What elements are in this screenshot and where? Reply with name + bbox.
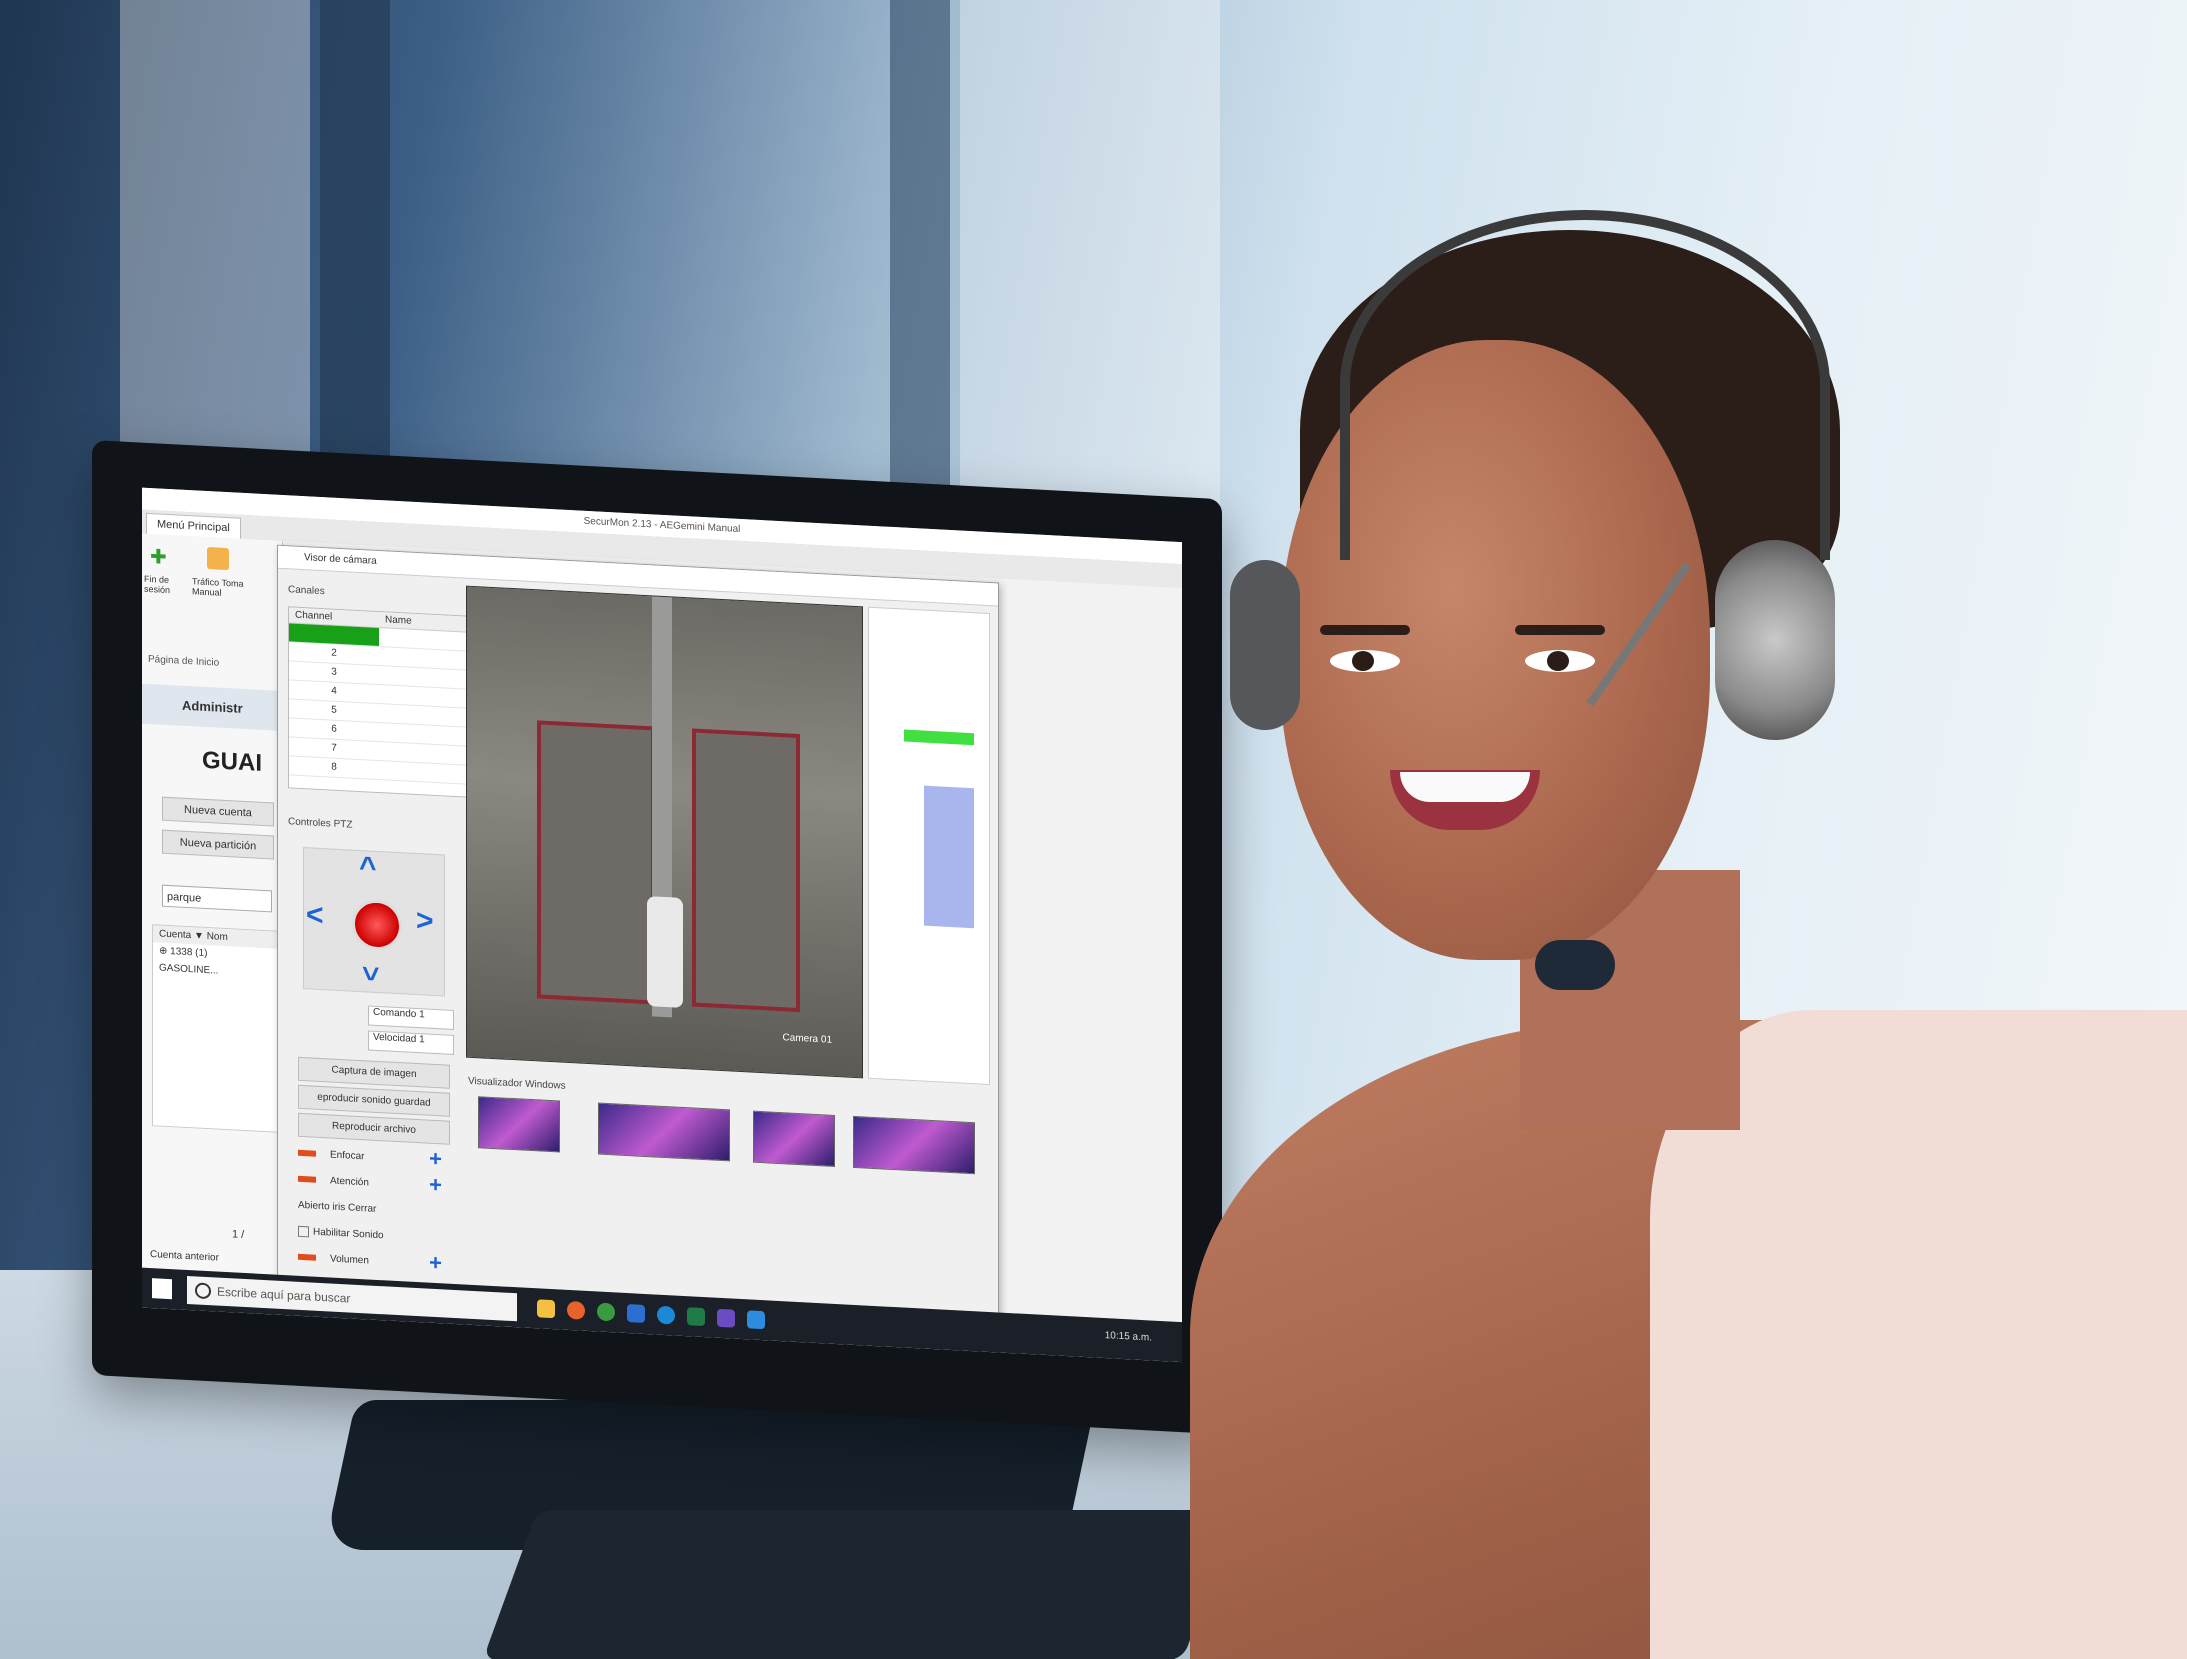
ptz-right-icon[interactable]: > [416, 904, 434, 939]
layout-1x1-thumb[interactable] [478, 1096, 560, 1153]
focus-label: Enfocar [330, 1149, 365, 1163]
minus-icon[interactable] [298, 1150, 316, 1158]
pump-lane [537, 720, 655, 1005]
connection-status: Conectado a 192.168.1 [142, 1309, 282, 1339]
layout-1x2-thumb[interactable] [598, 1102, 730, 1162]
ptz-left-icon[interactable]: < [306, 898, 324, 933]
play-saved-sound-button[interactable]: eproducir sonido guardad [298, 1084, 450, 1117]
attention-label: Atención [330, 1175, 369, 1189]
camera-caption: Camera 01 [782, 1032, 832, 1046]
headset-band [1340, 210, 1830, 560]
attention-row: Atención + [298, 1169, 448, 1199]
pager[interactable]: 1 / [232, 1228, 244, 1241]
volume-row: Volumen + [298, 1247, 448, 1277]
minus-icon[interactable] [298, 1254, 316, 1262]
sound-label: Habilitar Sonido [313, 1226, 384, 1242]
monitor: SecurMon 2.13 - AEGemini Manual Menú Pri… [92, 440, 1222, 1435]
events-column[interactable] [924, 785, 974, 929]
events-panel [868, 606, 990, 1086]
headset-microphone [1535, 940, 1615, 990]
plus-icon[interactable]: + [429, 1172, 442, 1198]
layout-3x3-thumb[interactable] [853, 1115, 975, 1175]
visual-studio-icon[interactable] [717, 1308, 735, 1328]
iris-row: Abierto iris Cerrar [298, 1195, 448, 1225]
keyboard [482, 1510, 1238, 1659]
left-sidebar: ✚ Fin de sesión Tráfico Toma Manual Pági… [142, 533, 283, 1339]
new-partition-button[interactable]: Nueva partición [162, 829, 274, 860]
monitor-screen: SecurMon 2.13 - AEGemini Manual Menú Pri… [142, 487, 1182, 1363]
clock[interactable]: 10:15 a.m. [1105, 1330, 1152, 1343]
capture-image-button[interactable]: Captura de imagen [298, 1056, 450, 1089]
windows-start-icon[interactable] [152, 1278, 172, 1300]
eye [1525, 650, 1595, 672]
camera-window: Visor de cámara Canales Channel Name 2 3… [277, 544, 999, 1325]
firefox-icon[interactable] [567, 1300, 585, 1320]
admin-header: Administr [142, 683, 282, 731]
traffic-label: Tráfico Toma Manual [192, 576, 244, 598]
fuel-container [647, 896, 683, 1008]
app-icon[interactable] [747, 1310, 765, 1330]
ptz-label: Controles PTZ [288, 816, 353, 831]
iris-label[interactable]: Abierto iris Cerrar [298, 1200, 376, 1215]
minus-icon[interactable] [298, 1176, 316, 1184]
sound-row: Habilitar Sonido [298, 1221, 448, 1251]
plus-icon[interactable]: + [429, 1250, 442, 1276]
teeth [1400, 772, 1530, 802]
search-input[interactable]: parque [162, 884, 272, 913]
section-heading: GUAI [202, 746, 262, 777]
photo-scene: SecurMon 2.13 - AEGemini Manual Menú Pri… [0, 0, 2187, 1659]
eye [1330, 650, 1400, 672]
outlook-icon[interactable] [627, 1304, 645, 1323]
chrome-icon[interactable] [597, 1302, 615, 1322]
headset-left-earcup [1230, 560, 1300, 730]
prev-account-label: Cuenta anterior [150, 1249, 219, 1264]
account-tree: Cuenta ▼ Nom ⊕ 1338 (1) GASOLINE... [152, 924, 279, 1133]
viewer-label: Visualizador Windows [468, 1075, 566, 1092]
play-file-button[interactable]: Reproducir archivo [298, 1112, 450, 1145]
headset-right-earcup [1715, 540, 1835, 740]
name-cell [379, 761, 469, 784]
ptz-pad: ^ ^ < > [303, 847, 445, 997]
channels-table: Channel Name 2 3 4 5 6 7 8 [288, 606, 470, 798]
logout-icon[interactable]: ✚ [150, 544, 172, 569]
new-account-button[interactable]: Nueva cuenta [162, 796, 274, 827]
camera-select[interactable]: Comando 1 [368, 1005, 454, 1030]
pump-lane [692, 728, 800, 1013]
sub-tab-home[interactable]: Página de Inicio [148, 654, 219, 669]
eyebrow [1515, 625, 1605, 635]
volume-label: Volumen [330, 1253, 369, 1267]
channels-label: Canales [288, 584, 325, 598]
traffic-icon[interactable] [207, 547, 229, 571]
ptz-up-icon[interactable]: ^ [359, 851, 377, 886]
excel-icon[interactable] [687, 1307, 705, 1327]
camera-video-feed[interactable]: Camera 01 [466, 585, 863, 1079]
status-bar-green [904, 729, 974, 746]
layout-2x2-thumb[interactable] [753, 1110, 835, 1167]
channel-cell: 8 [331, 761, 337, 773]
plus-icon[interactable]: + [429, 1146, 442, 1172]
speed-field[interactable]: Velocidad 1 [368, 1030, 454, 1055]
focus-row: Enfocar + [298, 1143, 448, 1173]
eyebrow [1320, 625, 1410, 635]
ptz-record-icon[interactable] [352, 898, 402, 952]
checkbox-icon[interactable] [298, 1225, 309, 1238]
ptz-down-icon[interactable]: ^ [362, 951, 380, 986]
skype-icon[interactable] [657, 1305, 675, 1325]
file-explorer-icon[interactable] [537, 1299, 555, 1319]
woman-with-headset [1190, 210, 2187, 1659]
logout-label: Fin de sesión [144, 573, 171, 596]
